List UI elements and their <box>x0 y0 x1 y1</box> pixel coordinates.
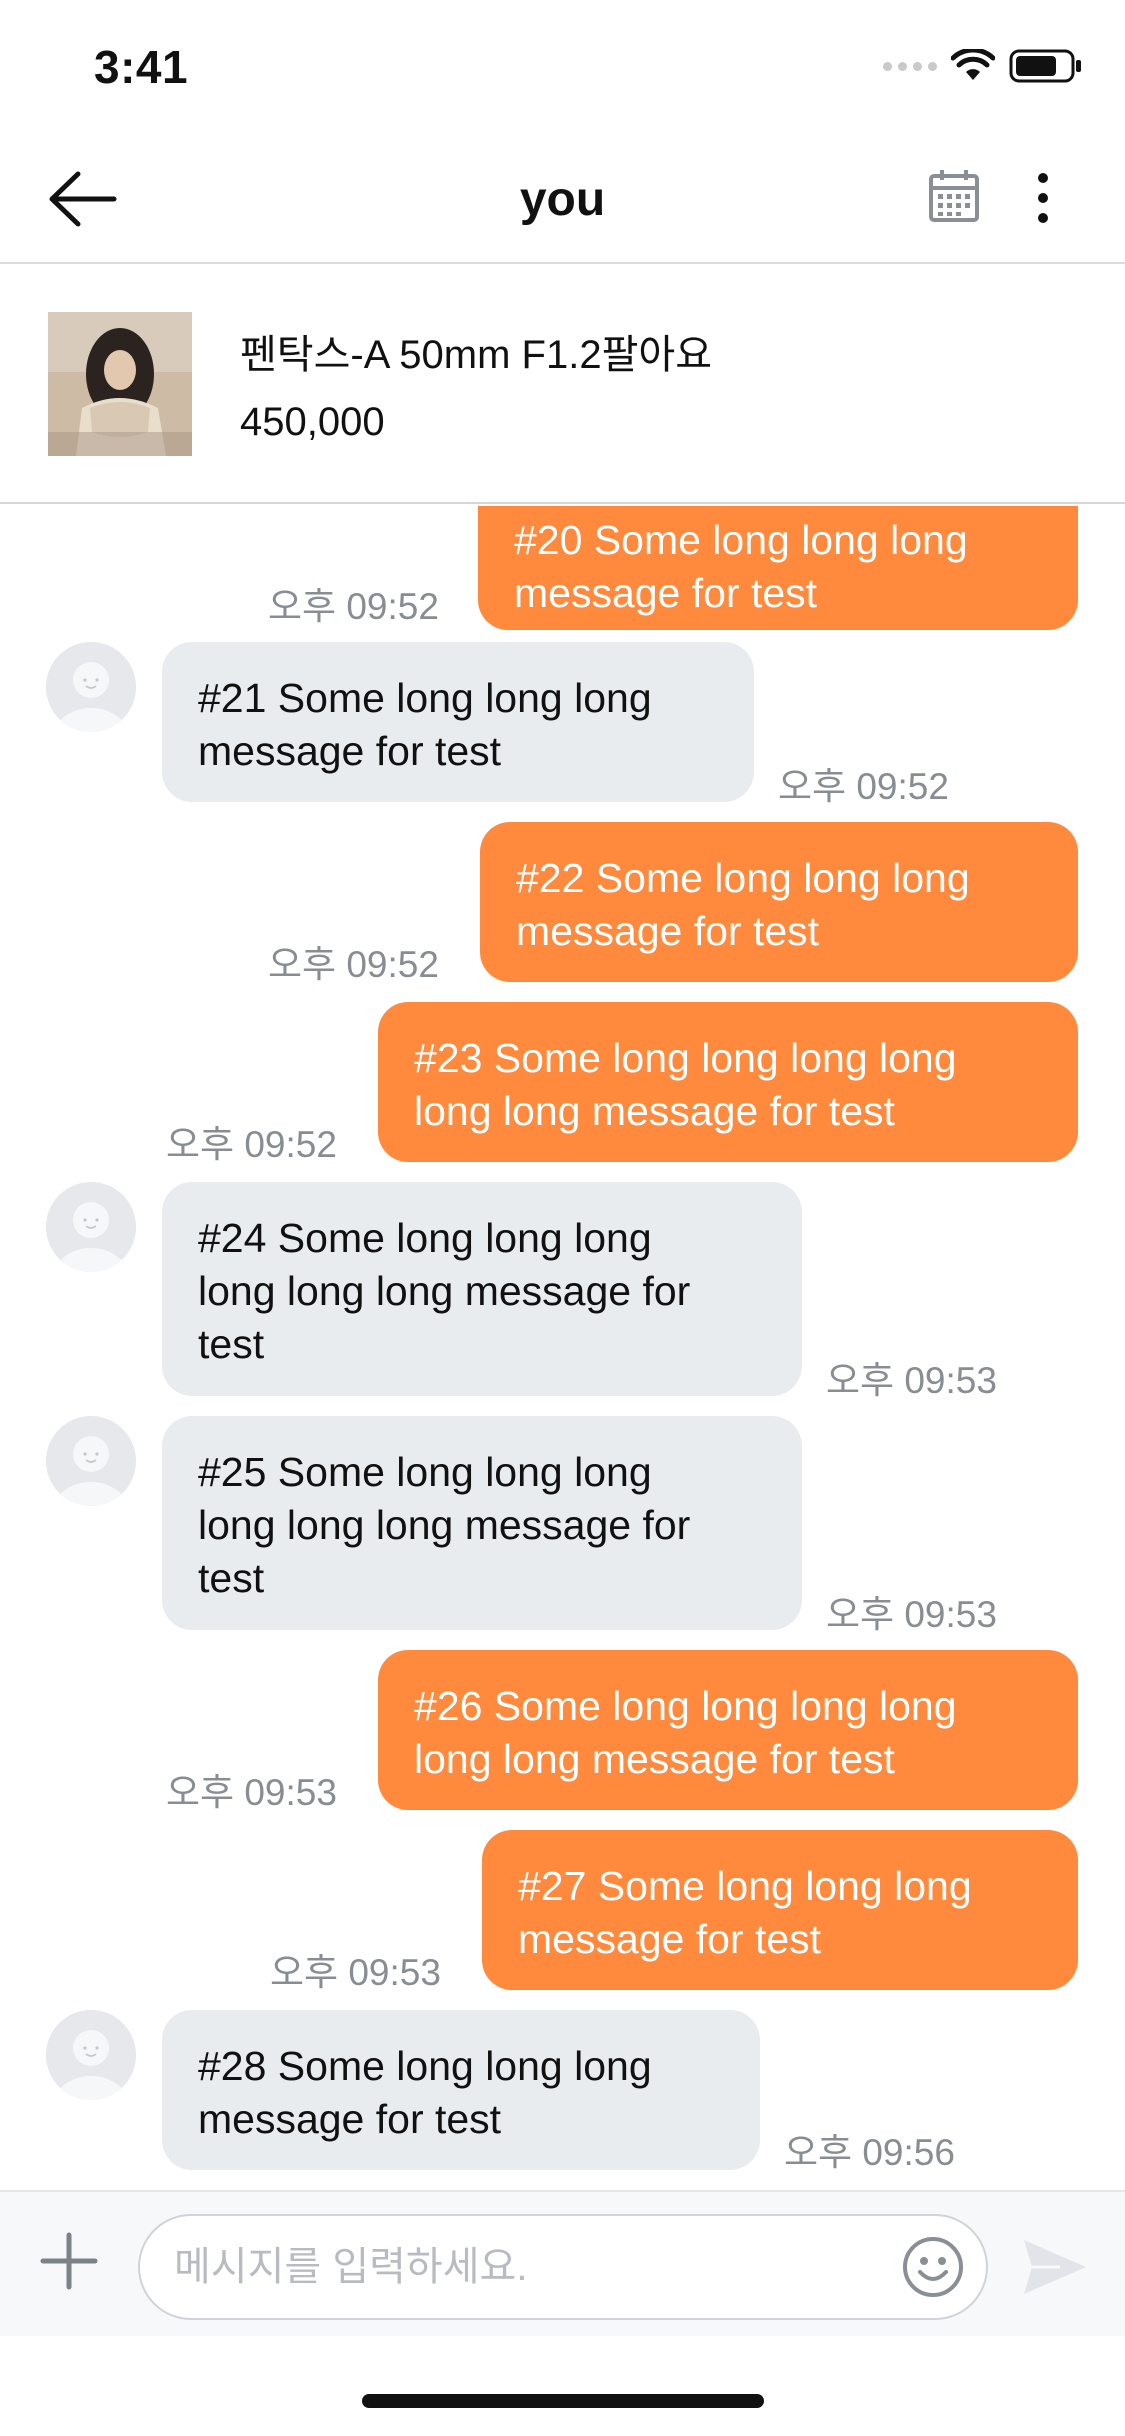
message-bubble-theirs[interactable]: #25 Some long long long long long long m… <box>162 1416 802 1630</box>
message-line: message for test <box>514 570 818 616</box>
wifi-icon <box>951 49 995 80</box>
message-bubble-theirs[interactable]: #24 Some long long long long long long m… <box>162 1182 802 1396</box>
message-bubble-mine[interactable]: #20 Some long long long message for test <box>478 506 1078 630</box>
message-line: #28 Some long long long <box>198 2043 652 2089</box>
message-composer <box>0 2190 1125 2336</box>
message-timestamp: 오후 09:53 <box>826 1360 997 1401</box>
home-indicator <box>362 2394 764 2408</box>
avatar[interactable] <box>46 1416 136 1506</box>
message-bubble-mine[interactable]: #22 Some long long long message for test <box>480 822 1078 982</box>
message-line: #24 Some long long long <box>198 1215 652 1261</box>
message-line: long long message for test <box>414 1736 895 1782</box>
message-line: test <box>198 1555 265 1601</box>
message-timestamp: 오후 09:52 <box>268 586 439 627</box>
message-timestamp: 오후 09:52 <box>166 1124 337 1165</box>
navigation-bar: you <box>0 132 1125 264</box>
product-title: 펜탁스-A 50mm F1.2팔아요 <box>240 333 712 377</box>
message-input[interactable] <box>138 2214 988 2320</box>
message-timestamp: 오후 09:56 <box>784 2132 955 2173</box>
message-line: #21 Some long long long <box>198 675 652 721</box>
status-icons <box>883 48 1083 84</box>
message-line: long long message for test <box>414 1088 895 1134</box>
product-card[interactable]: 펜탁스-A 50mm F1.2팔아요 450,000 <box>0 266 1125 504</box>
message-timestamp: 오후 09:53 <box>270 1952 441 1993</box>
smiley-icon[interactable] <box>902 2236 964 2298</box>
calendar-icon[interactable] <box>928 168 980 224</box>
message-line: long long long message for <box>198 1502 691 1548</box>
message-line: #22 Some long long long <box>516 855 970 901</box>
avatar[interactable] <box>46 2010 136 2100</box>
message-line: test <box>198 1321 265 1367</box>
status-time: 3:41 <box>94 41 189 93</box>
message-bubble-theirs[interactable]: #21 Some long long long message for test <box>162 642 754 802</box>
message-bubble-mine[interactable]: #27 Some long long long message for test <box>482 1830 1078 1990</box>
message-timestamp: 오후 09:52 <box>778 766 949 807</box>
message-line: #23 Some long long long long <box>414 1035 957 1081</box>
message-timestamp: 오후 09:52 <box>268 944 439 985</box>
avatar[interactable] <box>46 1182 136 1272</box>
message-timestamp: 오후 09:53 <box>166 1772 337 1813</box>
message-timestamp: 오후 09:53 <box>826 1594 997 1635</box>
message-bubble-mine[interactable]: #26 Some long long long long long long m… <box>378 1650 1078 1810</box>
message-line: #26 Some long long long long <box>414 1683 957 1729</box>
message-bubble-theirs[interactable]: #28 Some long long long message for test <box>162 2010 760 2170</box>
message-bubble-mine[interactable]: #23 Some long long long long long long m… <box>378 1002 1078 1162</box>
product-thumbnail <box>48 312 192 456</box>
battery-icon <box>1009 49 1081 83</box>
more-vertical-icon[interactable] <box>1030 172 1056 224</box>
message-line: #27 Some long long long <box>518 1863 972 1909</box>
avatar[interactable] <box>46 642 136 732</box>
message-line: message for test <box>516 908 820 954</box>
message-line: #20 Some long long long <box>514 517 968 563</box>
message-list[interactable]: #20 Some long long long message for test… <box>0 506 1125 2190</box>
message-line: long long long message for <box>198 1268 691 1314</box>
status-bar: 3:41 <box>0 0 1125 132</box>
plus-icon[interactable] <box>40 2232 98 2290</box>
cellular-signal-icon <box>883 61 937 71</box>
message-line: message for test <box>198 728 502 774</box>
message-line: message for test <box>518 1916 822 1962</box>
message-line: message for test <box>198 2096 502 2142</box>
product-price: 450,000 <box>240 400 385 444</box>
send-icon[interactable] <box>1020 2236 1090 2298</box>
message-line: #25 Some long long long <box>198 1449 652 1495</box>
